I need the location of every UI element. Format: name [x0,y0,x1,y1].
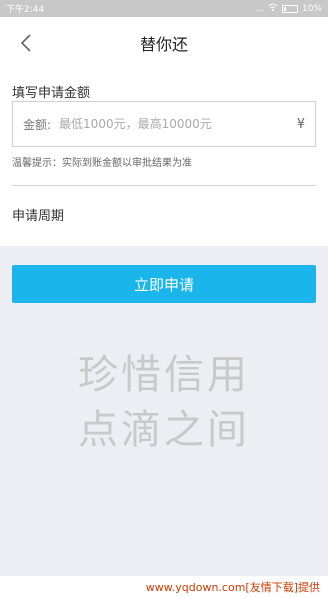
status-icons: ... 10% [255,3,322,14]
slogan-line-1: 珍惜信用 [78,352,250,398]
yen-icon: ¥ [296,116,305,132]
amount-section-label: 填写申请金额 [12,86,91,101]
status-time: 下午2:44 [6,5,45,15]
wifi-icon [268,3,278,14]
battery-icon [281,4,298,13]
nav-bar: 替你还 [0,17,328,69]
period-row[interactable]: 申请周期 [12,205,64,224]
battery-level: 10% [301,3,322,14]
tip-text: 温馨提示：实际到账金额以审批结果为准 [12,158,192,169]
chevron-left-icon[interactable] [18,33,34,53]
signal-icon: ... [255,3,264,14]
status-bar: 下午2:44 ... 10% [0,0,328,17]
page-title: 替你还 [139,35,188,54]
amount-input[interactable] [59,117,297,131]
divider [12,185,316,186]
slogan-line-2: 点滴之间 [78,407,250,453]
apply-button[interactable]: 立即申请 [12,265,316,303]
footer-credit: www.yqdown.com[友情下载]提供 [0,576,328,598]
amount-label: 金额: [23,117,52,132]
amount-field-container[interactable]: 金额: ¥ [12,101,316,147]
